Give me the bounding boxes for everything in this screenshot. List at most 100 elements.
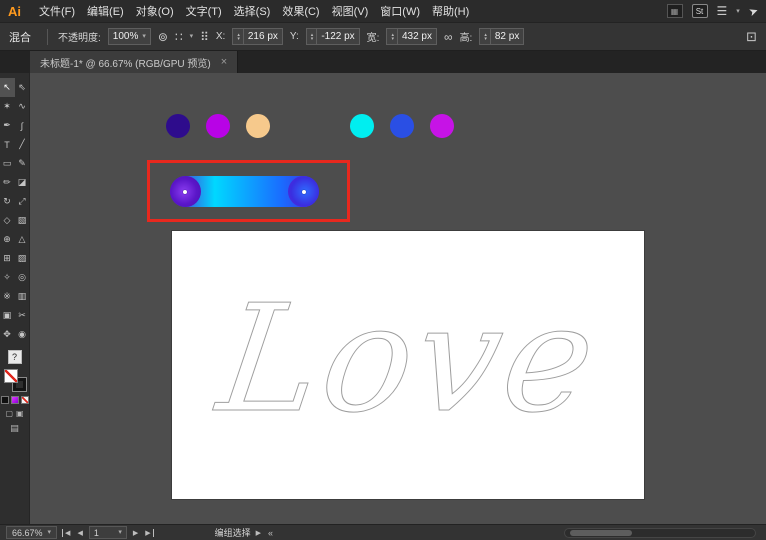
mesh-tool[interactable]: ⊞ (0, 249, 15, 268)
eraser-tool[interactable]: ◪ (15, 173, 30, 192)
rotate-tool[interactable]: ↻ (0, 192, 15, 211)
menubar-right: ▦ St ☰ ▾ ➤ (666, 3, 760, 19)
width-input[interactable]: ▴ ▾ 432 px (386, 28, 437, 45)
stepper-down-icon[interactable]: ▾ (484, 36, 487, 41)
menu-item-5[interactable]: 效果(C) (276, 3, 325, 19)
chevron-down-icon[interactable]: ▾ (736, 8, 740, 15)
menubar: Ai 文件(F) 编辑(E) 对象(O) 文字(T) 选择(S) 效果(C) 视图(V) 窗口… (0, 0, 766, 22)
document-tab[interactable]: 未标题-1* @ 66.67% (RGB/GPU 预览) × (30, 51, 239, 73)
color-circle-2[interactable] (246, 114, 270, 138)
free-transform-tool[interactable]: ▧ (15, 211, 30, 230)
last-artboard-button[interactable]: ▶ (144, 528, 154, 537)
horizontal-scrollbar[interactable] (564, 527, 756, 538)
workspace-icon[interactable]: ☰ (717, 5, 728, 17)
anchor-point (183, 189, 187, 194)
selection-tool[interactable]: ↖ (0, 78, 15, 97)
paintbrush-tool[interactable]: ✎ (15, 154, 30, 173)
blend-object[interactable] (170, 176, 319, 207)
color-circle-5[interactable] (430, 114, 454, 138)
width-tool[interactable]: ◇ (0, 211, 15, 230)
opacity-label: 不透明度: (58, 33, 101, 44)
x-input[interactable]: ▴ ▾ 216 px (232, 28, 283, 45)
stepper-down-icon[interactable]: ▾ (311, 36, 314, 41)
stepper-down-icon[interactable]: ▾ (391, 36, 394, 41)
menu-item-0[interactable]: 文件(F) (33, 3, 81, 19)
chevron-down-icon: ▾ (142, 33, 146, 40)
recolor-artwork-icon[interactable]: ⊚ (158, 31, 168, 43)
app-grid-icon[interactable]: ▦ (666, 4, 683, 18)
scrollbar-thumb[interactable] (570, 529, 632, 536)
next-artboard-button[interactable]: ▶ (132, 529, 139, 537)
y-input[interactable]: ▴ ▾ -122 px (305, 28, 360, 45)
options-grid-icon[interactable]: ⠿ (200, 31, 209, 43)
menu-item-8[interactable]: 帮助(H) (426, 3, 475, 19)
menu-item-2[interactable]: 对象(O) (130, 3, 180, 19)
stepper-icon[interactable]: ▴ ▾ (484, 29, 491, 44)
zoom-tool[interactable]: ◉ (15, 325, 30, 344)
status-tool-label: 编组选择 (214, 528, 251, 538)
line-segment-tool[interactable]: ╱ (15, 135, 30, 154)
menu-item-7[interactable]: 窗口(W) (374, 3, 426, 19)
menubar-items: 文件(F) 编辑(E) 对象(O) 文字(T) 选择(S) 效果(C) 视图(V) 窗口(W)… (33, 3, 475, 19)
symbol-sprayer-tool[interactable]: ※ (0, 287, 15, 306)
curvature-tool[interactable]: ∫ (15, 116, 30, 135)
height-input[interactable]: ▴ ▾ 82 px (479, 28, 525, 45)
stepper-icon[interactable]: ▴ ▾ (237, 29, 244, 44)
menu-item-6[interactable]: 视图(V) (326, 3, 375, 19)
artboard[interactable]: Love (172, 231, 644, 499)
fill-swatch[interactable] (3, 369, 18, 383)
first-artboard-button[interactable]: ◀ (62, 528, 71, 537)
lasso-tool[interactable]: ∿ (15, 97, 30, 116)
blend-tool[interactable]: ◎ (15, 268, 30, 287)
type-tool[interactable]: T (0, 135, 15, 154)
gradient-tool[interactable]: ▨ (15, 249, 30, 268)
prev-artboard-button[interactable]: ◀ (76, 529, 83, 537)
color-button[interactable] (0, 396, 9, 404)
column-graph-tool[interactable]: ▥ (15, 287, 30, 306)
close-icon[interactable]: × (221, 56, 227, 68)
gradient-button[interactable] (10, 396, 19, 404)
color-circle-0[interactable] (166, 114, 190, 138)
magic-wand-tool[interactable]: ✶ (0, 97, 15, 116)
transform-panel-icon[interactable]: ⊡ (746, 30, 757, 43)
scale-tool[interactable]: ⤢ (15, 192, 30, 211)
eyedropper-tool[interactable]: ✧ (0, 268, 15, 287)
shape-builder-tool[interactable]: ⊕ (0, 230, 15, 249)
opacity-input[interactable]: 100% ▾ (107, 28, 151, 45)
menu-item-1[interactable]: 编辑(E) (81, 3, 130, 19)
color-circle-4[interactable] (390, 114, 414, 138)
shaper-tool[interactable]: ✏ (0, 173, 15, 192)
canvas[interactable]: Love (30, 73, 766, 524)
stepper-icon[interactable]: ▴ ▾ (391, 29, 398, 44)
artboard-tool[interactable]: ▣ (0, 306, 15, 325)
status-menu-arrow-icon[interactable]: ▶ (256, 529, 261, 537)
love-text-path[interactable]: Love (209, 273, 609, 446)
share-icon[interactable]: ➤ (747, 3, 760, 18)
perspective-grid-tool[interactable]: △ (15, 230, 30, 249)
zoom-level-select[interactable]: 66.67% ▾ (6, 526, 58, 539)
stock-badge[interactable]: St (691, 4, 708, 18)
align-icon[interactable]: ∷ (175, 31, 183, 43)
pen-tool[interactable]: ✒ (0, 116, 15, 135)
stepper-icon[interactable]: ▴ ▾ (311, 29, 318, 44)
constrain-proportions-icon[interactable]: ∞ (444, 31, 453, 43)
width-label: 宽: (366, 33, 380, 44)
draw-normal-icon[interactable]: ▢ (5, 409, 13, 418)
rectangle-tool[interactable]: ▭ (0, 154, 15, 173)
artboard-number-select[interactable]: 1 ▾ (88, 526, 127, 539)
color-circle-1[interactable] (206, 114, 230, 138)
screen-mode-button[interactable]: ▤ (10, 423, 19, 434)
stepper-down-icon[interactable]: ▾ (237, 36, 240, 41)
direct-selection-tool[interactable]: ⇖ (15, 78, 30, 97)
collapse-icon[interactable]: « (268, 528, 273, 538)
draw-behind-icon[interactable]: ▣ (16, 409, 24, 418)
chevron-down-icon: ▾ (47, 529, 52, 536)
slice-tool[interactable]: ✂ (15, 306, 30, 325)
menu-item-3[interactable]: 文字(T) (180, 3, 228, 19)
fill-stroke-indicator[interactable] (3, 369, 27, 392)
color-circle-3[interactable] (350, 114, 374, 138)
menu-item-4[interactable]: 选择(S) (228, 3, 277, 19)
help-button[interactable]: ? (7, 350, 22, 364)
none-button[interactable] (20, 396, 29, 404)
hand-tool[interactable]: ✥ (0, 325, 15, 344)
